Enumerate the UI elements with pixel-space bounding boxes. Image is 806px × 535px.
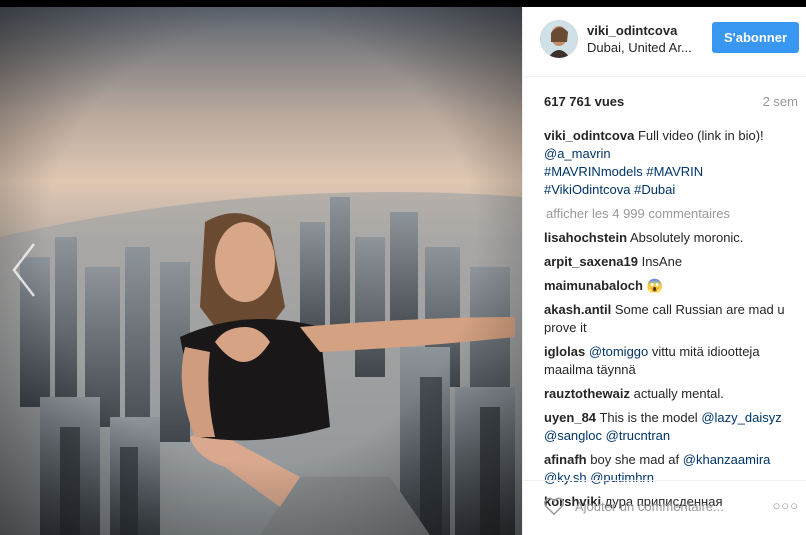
view-count: 617 761 vues [544,94,625,109]
comment-mention[interactable]: @lazy_daisyz [701,410,781,425]
post-footer: Ajouter un commentaire... ○○○ [523,480,806,535]
comment-item: iglolas @tomiggo vittu mitä idiootteja m… [544,343,802,379]
add-comment-input[interactable]: Ajouter un commentaire... [575,499,724,514]
post-username[interactable]: viki_odintcova [587,23,677,38]
post-photo [0,7,522,535]
comment-username[interactable]: uyen_84 [544,410,596,425]
comment-mention[interactable]: @tomiggo [589,344,648,359]
post-timestamp[interactable]: 2 sem [763,94,798,109]
post-caption: viki_odintcova Full video (link in bio)!… [544,127,802,199]
comment-text: boy she mad af [590,452,680,467]
caption-mention[interactable]: @a_mavrin [544,146,611,161]
comment-username[interactable]: lisahochstein [544,230,627,245]
comment-username[interactable]: arpit_saxena19 [544,254,638,269]
comment-list: viki_odintcova Full video (link in bio)!… [544,127,802,517]
comment-username[interactable]: maimunabaloch [544,278,643,293]
chevron-left-icon[interactable] [10,240,38,300]
caption-text: Full video (link in bio)! [637,128,764,143]
post-location[interactable]: Dubai, United Ar... [587,40,692,55]
comment-username[interactable]: iglolas [544,344,585,359]
follow-button[interactable]: S'abonner [712,22,799,53]
comment-mention[interactable]: @sangloc [544,428,602,443]
comment-username[interactable]: rauztothewaiz [544,386,630,401]
more-options-icon[interactable]: ○○○ [772,498,799,513]
chevron-right-icon[interactable] [752,240,780,300]
comment-item: uyen_84 This is the model @lazy_daisyz @… [544,409,802,445]
comment-mention[interactable]: @khanzaamira [683,452,771,467]
comment-text: InsAne [641,254,683,269]
comment-text: actually mental. [633,386,724,401]
caption-hashtags[interactable]: #MAVRINmodels #MAVRIN [544,164,703,179]
heart-outline-icon[interactable] [543,495,565,517]
comment-text: This is the model [599,410,698,425]
comment-username[interactable]: afinafh [544,452,587,467]
caption-username[interactable]: viki_odintcova [544,128,634,143]
comment-text: 😱 [646,278,663,293]
comment-mention[interactable]: @trucntran [606,428,671,443]
avatar[interactable] [540,20,578,58]
avatar-image [540,20,578,58]
top-bar [0,0,806,7]
comment-item: rauztothewaiz actually mental. [544,385,802,403]
comment-text: Absolutely moronic. [629,230,744,245]
load-more-comments[interactable]: afficher les 4 999 commentaires [546,205,802,223]
rooftop-selfie-image [0,7,522,535]
comment-item: akash.antil Some call Russian are mad u … [544,301,802,337]
caption-hashtags[interactable]: #VikiOdintcova #Dubai [544,182,675,197]
post-header: viki_odintcova Dubai, United Ar... S'abo… [523,7,806,77]
comment-username[interactable]: akash.antil [544,302,611,317]
